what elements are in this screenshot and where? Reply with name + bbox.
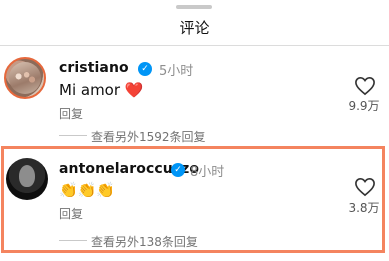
verified-badge-icon: ✓ <box>138 62 152 76</box>
verified-badge-icon: ✓ <box>171 163 185 177</box>
comment-text: 👏👏👏 <box>59 181 116 199</box>
like-count: 3.8万 <box>348 201 380 215</box>
view-replies-button[interactable]: 查看另外1592条回复 <box>91 128 206 145</box>
comment-time: 8小时 <box>190 165 225 180</box>
sheet-title: 评论 <box>179 19 210 37</box>
replies-divider <box>59 135 87 136</box>
comment-time: 5小时 <box>159 64 194 79</box>
avatar[interactable] <box>6 158 48 200</box>
comment-username[interactable]: cristiano <box>59 60 129 76</box>
reply-button[interactable]: 回复 <box>59 205 83 222</box>
avatar[interactable] <box>4 57 46 99</box>
heart-outline-icon[interactable] <box>354 76 376 96</box>
like-count: 9.9万 <box>348 99 380 113</box>
sheet-drag-handle[interactable] <box>176 5 212 9</box>
heart-outline-icon[interactable] <box>354 177 376 197</box>
comment-text: Mi amor ❤️ <box>59 81 144 99</box>
title-divider <box>0 45 389 46</box>
view-replies-button[interactable]: 查看另外138条回复 <box>91 233 198 250</box>
reply-button[interactable]: 回复 <box>59 105 83 122</box>
replies-divider <box>59 240 87 241</box>
